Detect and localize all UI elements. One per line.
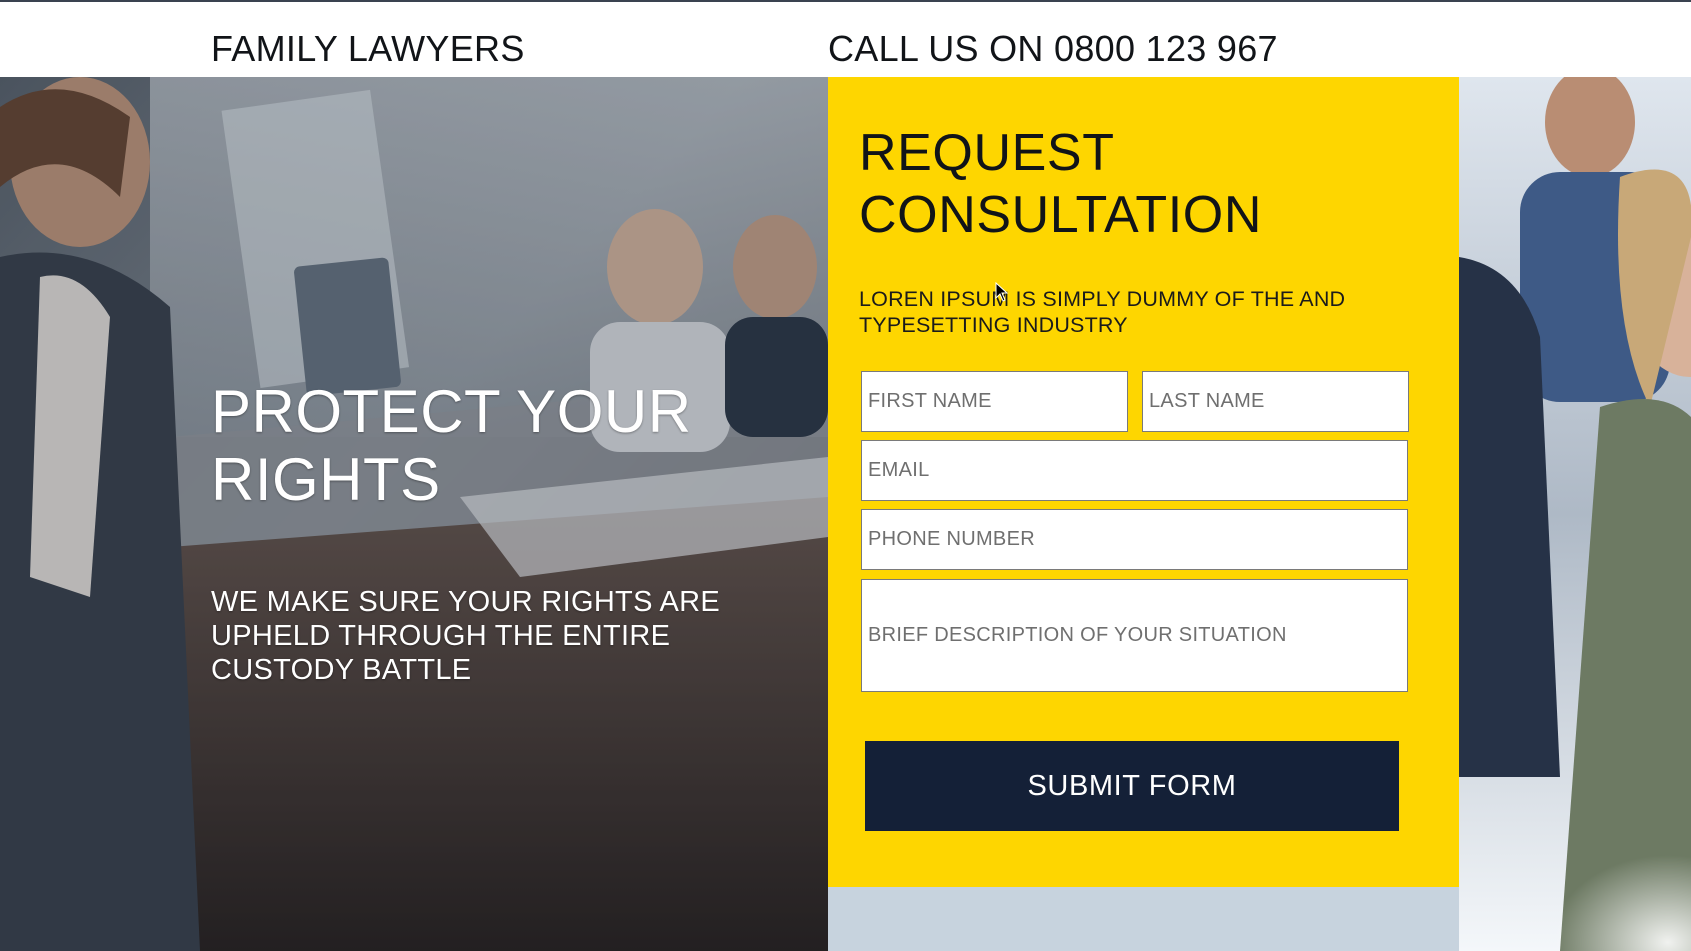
brand-logo-text[interactable]: FAMILY LAWYERS <box>211 28 525 70</box>
first-name-input[interactable] <box>861 371 1128 432</box>
consultation-form-panel: REQUEST CONSULTATION LOREN IPSUM IS SIMP… <box>828 77 1459 887</box>
site-header: FAMILY LAWYERS CALL US ON 0800 123 967 <box>0 2 1691 77</box>
situation-description-textarea[interactable] <box>861 579 1408 692</box>
hero-subheadline: WE MAKE SURE YOUR RIGHTS ARE UPHELD THRO… <box>211 586 721 686</box>
email-input[interactable] <box>861 440 1408 501</box>
form-title: REQUEST CONSULTATION <box>859 124 1262 244</box>
last-name-input[interactable] <box>1142 371 1409 432</box>
submit-form-button[interactable]: SUBMIT FORM <box>865 741 1399 831</box>
form-description: LOREN IPSUM IS SIMPLY DUMMY OF THE AND T… <box>859 287 1346 337</box>
phone-number-input[interactable] <box>861 509 1408 570</box>
phone-call-link[interactable]: CALL US ON 0800 123 967 <box>828 28 1278 70</box>
hero-headline: PROTECT YOUR RIGHTS <box>211 378 692 513</box>
mouse-pointer-icon <box>995 282 1009 302</box>
